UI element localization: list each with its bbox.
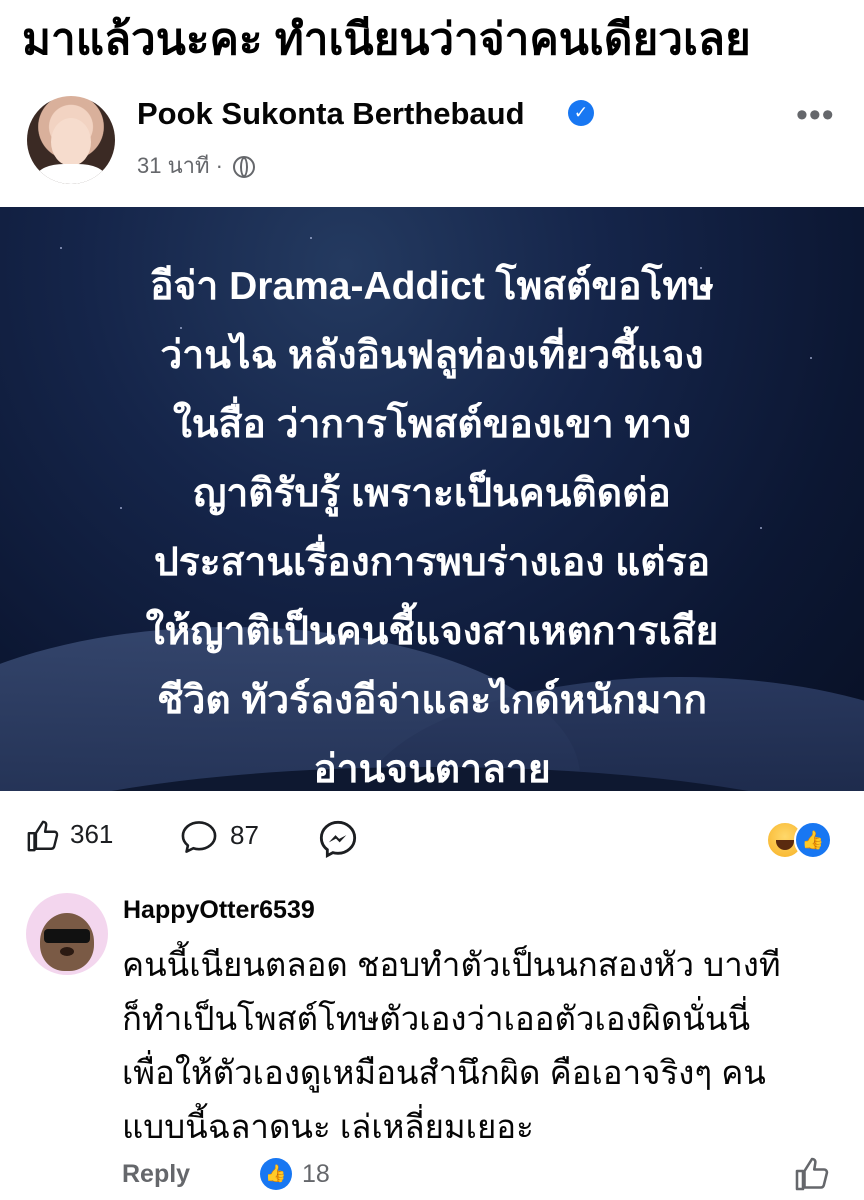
commenter-avatar[interactable] [26, 893, 108, 975]
post-time[interactable]: 31 นาที [137, 153, 209, 178]
comment-line: คนนี้เนียนตลอด ชอบทำตัวเป็นนกสองหัว บางท… [122, 946, 781, 983]
post-actions: 361 87 👍 [0, 815, 864, 865]
like-reaction-icon: 👍 [794, 821, 832, 859]
thumbs-up-icon [27, 820, 59, 852]
image-text-line: ชีวิต ทัวร์ลงอีจ่าและไกด์หนักมาก [157, 679, 707, 722]
globe-icon [233, 156, 256, 179]
comment-line: ก็ทำเป็นโพสต์โทษตัวเองว่าเออตัวเองผิดนั่… [122, 1000, 751, 1037]
image-text-line: ญาติรับรู้ เพราะเป็นคนติดต่อ [193, 472, 671, 515]
image-text-line: ว่านไฉ หลังอินฟลูท่องเที่ยวชี้แจง [160, 334, 704, 377]
comment-line: แบบนี้ฉลาดนะ เล่เหลี่ยมเยอะ [122, 1108, 534, 1145]
image-text-line: ประสานเรื่องการพบร่างเอง แต่รอ [153, 541, 711, 584]
reply-button[interactable]: Reply [122, 1160, 190, 1189]
comment-text: คนนี้เนียนตลอด ชอบทำตัวเป็นนกสองหัว บางท… [122, 938, 842, 1154]
comment-count: 87 [230, 819, 259, 850]
meta-separator: · [215, 153, 223, 178]
comment-button[interactable]: 87 [180, 819, 259, 855]
like-reaction-icon: 👍 [260, 1158, 292, 1190]
image-text-line: อ่านจนตาลาย [313, 748, 551, 791]
image-text-line: ให้ญาติเป็นคนชี้แจงสาเหตการเสีย [145, 610, 719, 653]
comment: HappyOtter6539 คนนี้เนียนตลอด ชอบทำตัวเป… [0, 888, 864, 1200]
headline: มาแล้วนะคะ ทำเนียนว่าจ่าคนเดียวเลย [22, 15, 751, 64]
comment-line: เพื่อให้ตัวเองดูเหมือนสำนึกผิด คือเอาจริ… [122, 1054, 766, 1091]
more-options-icon[interactable]: ••• [796, 96, 835, 135]
post-image-text: อีจ่า Drama-Addict โพสต์ขอโทษ ว่านไฉ หลั… [20, 252, 844, 791]
comment-like-count: 18 [302, 1160, 330, 1188]
author-name[interactable]: Pook Sukonta Berthebaud [137, 96, 525, 132]
share-button[interactable] [318, 819, 358, 859]
messenger-icon [319, 820, 357, 859]
commenter-name[interactable]: HappyOtter6539 [123, 896, 315, 925]
reaction-summary[interactable]: 👍 [766, 819, 836, 859]
verified-badge-icon: ✓ [568, 100, 594, 126]
image-text-line: อีจ่า Drama-Addict โพสต์ขอโทษ [150, 265, 714, 308]
post-meta: 31 นาที · [137, 148, 256, 183]
post-image[interactable]: อีจ่า Drama-Addict โพสต์ขอโทษ ว่านไฉ หลั… [0, 207, 864, 791]
like-button[interactable]: 361 [26, 819, 113, 853]
comment-bubble-icon [181, 821, 217, 853]
post-header: Pook Sukonta Berthebaud ✓ 31 นาที · ••• [0, 90, 864, 200]
author-avatar[interactable] [27, 96, 115, 184]
image-text-line: ในสื่อ ว่าการโพสต์ของเขา ทาง [172, 403, 692, 446]
comment-footer: Reply 👍 18 [122, 1156, 842, 1196]
like-count: 361 [70, 819, 114, 849]
thumbs-up-icon[interactable] [794, 1156, 830, 1192]
